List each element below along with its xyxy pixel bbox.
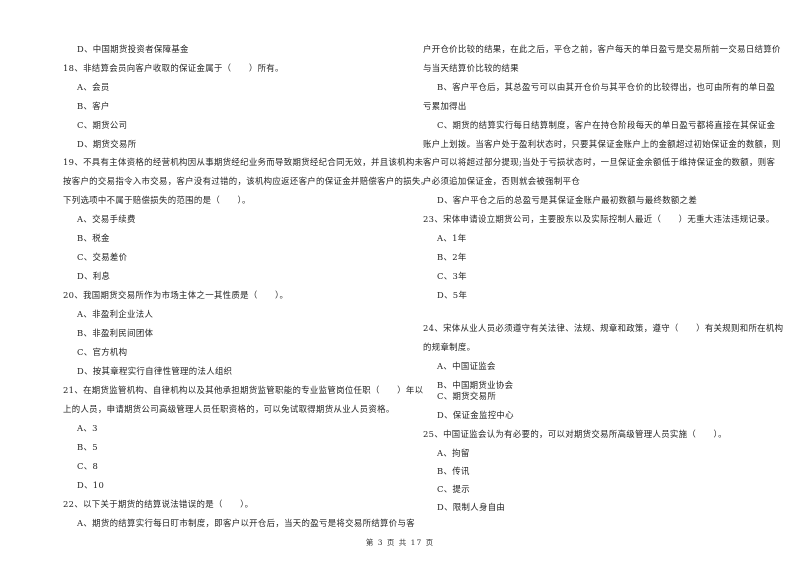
q25-option-a: A、拘留: [437, 448, 470, 458]
q20-stem: 20、我国期货交易所作为市场主体之一其性质是（ ）。: [63, 290, 289, 300]
q24-option-a: A、中国证监会: [437, 361, 496, 371]
q24-option-b: B、中国期货业协会: [437, 380, 514, 390]
q20-option-c: C、官方机构: [77, 347, 128, 357]
q19-option-c: C、交易差价: [77, 252, 128, 262]
q22-option-c-line-1: C、期货的结算实行每日结算制度，客户在持仓阶段每天的单日盈亏都将直接在其保证金: [437, 120, 776, 130]
q18-stem: 18、非结算会员向客户收取的保证金属于（ ）所有。: [63, 63, 284, 73]
q23-option-a: A、1年: [437, 233, 467, 243]
q22-option-a-line-2: 户开仓价比较的结果，在此之后，平仓之前，客户每天的单日盈亏是交易所前一交易日结算…: [423, 44, 781, 54]
q22-option-a-line-1: A、期货的结算实行每日盯市制度，即客户以开仓后，当天的盈亏是将交易所结算价与客: [77, 518, 415, 528]
q25-option-b: B、传讯: [437, 466, 470, 476]
q18-option-a: A、会员: [77, 82, 110, 92]
q25-stem: 25、中国证监会认为有必要的，可以对期货交易所高级管理人员实施（ ）。: [423, 429, 727, 439]
q22-option-b-line-1: B、客户平仓后，其总盈亏可以由其开仓价与其平仓价的比较得出，也可由所有的单日盈: [437, 82, 776, 92]
q19-stem-line-2: 按客户的交易指令入市交易，客户没有过错的，该机构应返还客户的保证金并赔偿客户的损…: [63, 176, 430, 186]
q18-option-d: D、期货交易所: [77, 139, 137, 149]
q19-stem-line-1: 19、不具有主体资格的经营机构因从事期货经纪业务而导致期货经纪合同无效，并且该机…: [63, 157, 424, 167]
document-page: D、中国期货投资者保障基金 18、非结算会员向客户收取的保证金属于（ ）所有。 …: [0, 0, 800, 565]
q21-option-a: A、3: [77, 423, 98, 433]
q22-option-d: D、客户平仓之后的总盈亏是其保证金账户最初数额与最终数额之差: [437, 195, 698, 205]
q21-stem-line-1: 21、在期货监管机构、自律机构以及其他承担期货监管职能的专业监管岗位任职（ ）年…: [63, 385, 424, 395]
q24-stem-line-1: 24、宋体从业人员必须遵守有关法律、法规、规章和政策，遵守（ ）有关规则和所在机…: [423, 323, 784, 333]
q25-option-d: D、限制人身自由: [437, 502, 506, 512]
q21-stem-line-2: 上的人员，申请期货公司高级管理人员任职资格的，可以免试取得期货从业人员资格。: [63, 404, 395, 414]
q19-option-a: A、交易手续费: [77, 214, 136, 224]
q22-stem: 22、以下关于期货的结算说法错误的是（ ）。: [63, 499, 254, 509]
q17-option-d: D、中国期货投资者保障基金: [77, 44, 189, 54]
q20-option-d: D、按其章程实行自律性管理的法人组织: [77, 366, 233, 376]
q21-option-d: D、10: [77, 480, 105, 490]
q22-option-c-line-4: 户必须追加保证金，否则就会被强制平仓: [423, 176, 581, 186]
q24-stem-line-2: 的规章制度。: [423, 342, 476, 352]
q22-option-c-line-3: 客户可以将超过部分提现;当处于亏损状态时，一旦保证金余额低于维持保证金的数额，则…: [423, 157, 776, 167]
q22-option-a-line-3: 与当天结算价比较的结果: [423, 63, 519, 73]
page-number-footer: 第 3 页 共 17 页: [365, 538, 435, 547]
q20-option-b: B、非盈利民间团体: [77, 328, 154, 338]
q23-option-b: B、2年: [437, 252, 467, 262]
q22-option-c-line-2: 账户上划拨。当客户处于盈利状态时，只要其保证金账户上的金额超过初始保证金的数额，…: [423, 139, 781, 149]
q18-option-b: B、客户: [77, 101, 110, 111]
q22-option-b-line-2: 亏累加得出: [423, 101, 467, 111]
q18-option-c: C、期货公司: [77, 120, 128, 130]
q24-option-d: D、保证金监控中心: [437, 410, 514, 420]
q20-option-a: A、非盈利企业法人: [77, 309, 154, 319]
q21-option-c: C、8: [77, 461, 99, 471]
q25-option-c: C、提示: [437, 484, 470, 494]
q19-option-b: B、税金: [77, 233, 110, 243]
q23-option-d: D、5年: [437, 290, 468, 300]
q19-option-d: D、利息: [77, 271, 111, 281]
q24-option-c: C、期货交易所: [437, 391, 497, 401]
q23-option-c: C、3年: [437, 271, 467, 281]
q23-stem: 23、宋体申请设立期货公司，主要股东以及实际控制人最近（ ）无重大违法违规记录。: [423, 214, 775, 224]
q19-stem-line-3: 下列选项中不属于赔偿损失的范围的是（ ）。: [63, 195, 251, 205]
q21-option-b: B、5: [77, 442, 98, 452]
